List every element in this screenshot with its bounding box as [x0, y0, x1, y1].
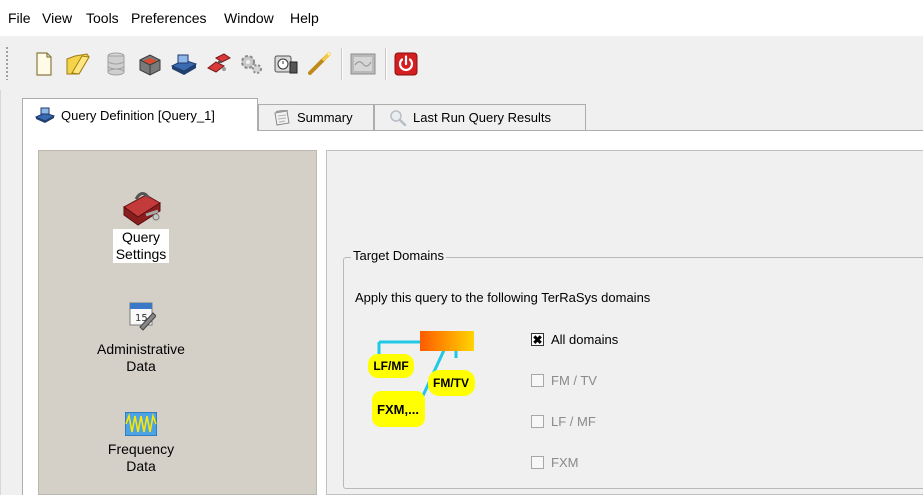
window-edge: [0, 90, 1, 495]
toolbox-icon: [36, 181, 246, 229]
nav-label-line: Data: [126, 458, 156, 474]
checkbox-lf-mf[interactable]: LF / MF: [531, 414, 596, 429]
checkbox-label: All domains: [551, 332, 619, 347]
scanner-icon[interactable]: [170, 50, 198, 78]
menu-view[interactable]: View: [42, 10, 72, 26]
gears-icon[interactable]: [238, 50, 266, 78]
lfmf-label: LF/MF: [373, 359, 408, 373]
nav-item-query-settings[interactable]: Query Settings: [36, 181, 246, 263]
checkbox-fm-tv[interactable]: FM / TV: [531, 373, 597, 388]
menu-preferences[interactable]: Preferences: [131, 10, 206, 26]
nav-item-administrative-data[interactable]: 15 Administrative Data: [36, 297, 246, 375]
open-folder-icon[interactable]: [64, 50, 92, 78]
nav-label-line: Settings: [115, 246, 167, 262]
database-icon[interactable]: [102, 50, 130, 78]
checkbox-fxm[interactable]: FXM: [531, 455, 578, 470]
fmtv-label: FM/TV: [433, 376, 469, 390]
nav-label-line: Query: [121, 229, 161, 245]
checkbox-box[interactable]: [531, 456, 544, 469]
nav-label-line: Data: [126, 358, 156, 374]
nav-item-frequency-data[interactable]: Frequency Data: [36, 407, 246, 475]
nav-label-line: Frequency: [107, 441, 175, 457]
menu-file[interactable]: File: [8, 10, 31, 26]
timer-icon[interactable]: [272, 50, 300, 78]
checkbox-box[interactable]: [531, 415, 544, 428]
tab-summary[interactable]: Summary: [258, 104, 374, 130]
magnifier-icon: [389, 109, 407, 126]
checkbox-label: LF / MF: [551, 414, 596, 429]
tab-last-run-query-results[interactable]: Last Run Query Results: [374, 104, 586, 130]
tab-label: Summary: [297, 110, 353, 125]
target-domains-description: Apply this query to the following TerRaS…: [355, 290, 651, 305]
nav-label: Administrative Data: [36, 341, 246, 375]
nav-panel: Query Settings 15 Administrative Data Fr…: [38, 150, 317, 495]
fxm-label: FXM,...: [377, 402, 419, 417]
map-icon[interactable]: [349, 50, 377, 78]
menu-bar: File View Tools Preferences Window Help: [0, 0, 923, 36]
nav-label: Frequency Data: [36, 441, 246, 475]
checkbox-label: FXM: [551, 455, 579, 470]
checkbox-box[interactable]: [531, 374, 544, 387]
notepad-icon: [273, 109, 291, 126]
power-icon[interactable]: [392, 50, 420, 78]
menu-help[interactable]: Help: [290, 10, 319, 26]
tab-label: Last Run Query Results: [413, 110, 552, 125]
toolbar-grip[interactable]: [5, 46, 9, 80]
package-icon[interactable]: [136, 50, 164, 78]
waveform-icon: [36, 407, 246, 441]
menu-window[interactable]: Window: [224, 10, 274, 26]
calendar-icon: 15: [36, 297, 246, 341]
menu-tools[interactable]: Tools: [86, 10, 119, 26]
tab-label: Query Definition [Query_1]: [61, 107, 215, 123]
new-document-icon[interactable]: [30, 50, 58, 78]
wand-icon[interactable]: [306, 50, 334, 78]
target-domains-legend: Target Domains: [351, 248, 447, 263]
nav-label-line: Administrative: [97, 341, 185, 357]
toolbar-separator: [385, 48, 387, 80]
checkbox-all-domains[interactable]: ✖ All domains: [531, 332, 618, 347]
computer-icon: [35, 107, 55, 123]
toolbar-separator: [341, 48, 343, 80]
nav-label: Query Settings: [112, 229, 170, 263]
checkbox-box[interactable]: ✖: [531, 333, 544, 346]
checkbox-label: FM / TV: [551, 373, 597, 388]
tab-query-definition[interactable]: Query Definition [Query_1]: [22, 98, 258, 131]
domain-hub: [420, 331, 474, 351]
network-icon[interactable]: [204, 50, 232, 78]
domains-diagram: LF/MF FM/TV FXM,...: [368, 331, 475, 427]
toolbar: [0, 36, 923, 90]
